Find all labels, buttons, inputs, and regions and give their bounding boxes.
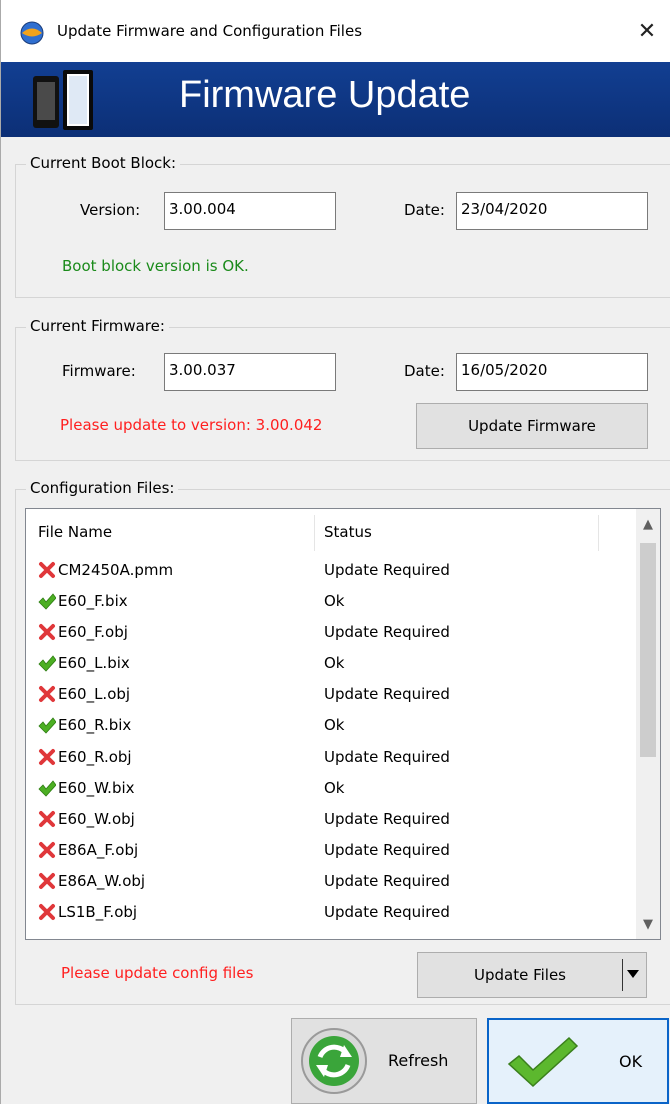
firmware-update-window: Update Firmware and Configuration Files … [0,0,670,1104]
scroll-down-icon[interactable]: ▼ [636,913,660,937]
banner: Firmware Update [1,62,670,137]
red-x-icon [39,748,55,765]
boot-status-message: Boot block version is OK. [62,257,249,275]
firmware-status-message: Please update to version: 3.00.042 [60,416,323,434]
file-name-cell: E86A_F.obj [58,840,139,859]
red-x-icon [39,872,55,889]
update-firmware-button[interactable]: Update Firmware [416,403,648,449]
firmware-date-label: Date: [404,362,445,380]
title-bar[interactable]: Update Firmware and Configuration Files … [1,0,670,62]
scroll-up-icon[interactable]: ▲ [636,513,660,537]
file-name-cell: E60_W.obj [58,809,135,828]
file-status-cell: Ok [324,654,345,673]
boot-block-legend: Current Boot Block: [26,154,181,172]
firmware-version-field[interactable]: 3.00.037 [164,353,336,391]
list-item[interactable]: LS1B_F.obj Update Required [26,897,636,928]
refresh-icon [301,1028,367,1094]
file-status-cell: Update Required [324,561,450,579]
boot-block-group: Current Boot Block: Version: 3.00.004 Da… [15,154,670,298]
green-check-icon [38,780,56,797]
list-item[interactable]: E60_F.bix Ok [26,586,636,617]
boot-date-label: Date: [404,201,445,219]
column-file-name[interactable]: File Name [38,523,112,541]
file-name-cell: E60_F.obj [58,623,128,642]
config-files-legend: Configuration Files: [26,479,179,497]
list-item[interactable]: E60_L.obj Update Required [26,679,636,710]
list-item[interactable]: CM2450A.pmm Update Required [26,555,636,586]
boot-date-field[interactable]: 23/04/2020 [456,192,648,230]
file-name-cell: LS1B_F.obj [58,903,138,922]
split-divider [622,959,623,991]
close-icon[interactable]: ✕ [623,10,670,54]
ok-label: OK [619,1052,643,1071]
dropdown-arrow-icon[interactable] [627,970,639,978]
list-item[interactable]: E60_F.obj Update Required [26,617,636,648]
list-rows: CM2450A.pmm Update Required E60_F.bix Ok E60… [26,555,636,928]
green-check-icon [38,655,56,672]
file-status-cell: Update Required [324,747,450,766]
ok-button[interactable]: OK [487,1018,669,1104]
firmware-date-field[interactable]: 16/05/2020 [456,353,648,391]
vertical-scrollbar[interactable]: ▲ ▼ [636,509,660,939]
file-name-cell: CM2450A.pmm [58,561,174,579]
update-files-button[interactable]: Update Files [418,953,622,997]
column-status[interactable]: Status [324,523,372,541]
list-item[interactable]: E60_W.obj Update Required [26,804,636,835]
firmware-legend: Current Firmware: [26,317,169,335]
file-name-cell: E60_W.bix [58,778,135,797]
boot-version-field[interactable]: 3.00.004 [164,192,336,230]
banner-title: Firmware Update [179,74,471,116]
file-name-cell: E60_R.bix [58,716,132,735]
scroll-thumb[interactable] [640,543,656,757]
file-status-cell: Update Required [324,685,450,704]
red-x-icon [39,624,55,641]
red-x-icon [39,841,55,858]
red-x-icon [39,810,55,827]
red-x-icon [39,904,55,921]
file-status-cell: Update Required [324,871,450,890]
file-status-cell: Update Required [324,903,450,922]
list-item[interactable]: E60_R.obj Update Required [26,742,636,773]
green-check-icon [38,593,56,610]
file-status-cell: Ok [324,592,345,611]
checkmark-icon [507,1036,579,1088]
window-title: Update Firmware and Configuration Files [57,22,363,40]
list-header: File Name Status [26,509,636,555]
file-status-cell: Update Required [324,809,450,828]
file-name-cell: E60_L.obj [58,685,131,704]
list-item[interactable]: E60_W.bix Ok [26,773,636,804]
list-item[interactable]: E60_L.bix Ok [26,648,636,679]
config-files-list[interactable]: File Name Status CM2450A.pmm Update Requi… [25,508,661,940]
list-item[interactable]: E60_R.bix Ok [26,710,636,741]
file-name-cell: E60_F.bix [58,592,128,611]
red-x-icon [39,562,55,578]
column-divider[interactable] [598,515,599,551]
update-files-split-button[interactable]: Update Files [417,952,647,998]
firmware-group: Current Firmware: Firmware: 3.00.037 Dat… [15,317,670,461]
green-check-icon [38,717,56,735]
config-status-message: Please update config files [61,964,254,982]
file-name-cell: E86A_W.obj [58,871,146,890]
red-x-icon [39,686,55,703]
file-status-cell: Update Required [324,623,450,642]
refresh-button[interactable]: Refresh [291,1018,477,1104]
refresh-label: Refresh [388,1051,449,1070]
file-name-cell: E60_R.obj [58,747,132,766]
file-name-cell: E60_L.bix [58,654,130,673]
file-status-cell: Ok [324,778,345,797]
column-divider[interactable] [314,515,315,551]
file-status-cell: Update Required [324,840,450,859]
firmware-label: Firmware: [62,362,136,380]
list-item[interactable]: E86A_W.obj Update Required [26,866,636,897]
file-status-cell: Ok [324,716,345,735]
list-item[interactable]: E86A_F.obj Update Required [26,835,636,866]
version-label: Version: [80,201,141,219]
app-globe-icon [20,21,44,45]
device-icon [33,70,93,130]
